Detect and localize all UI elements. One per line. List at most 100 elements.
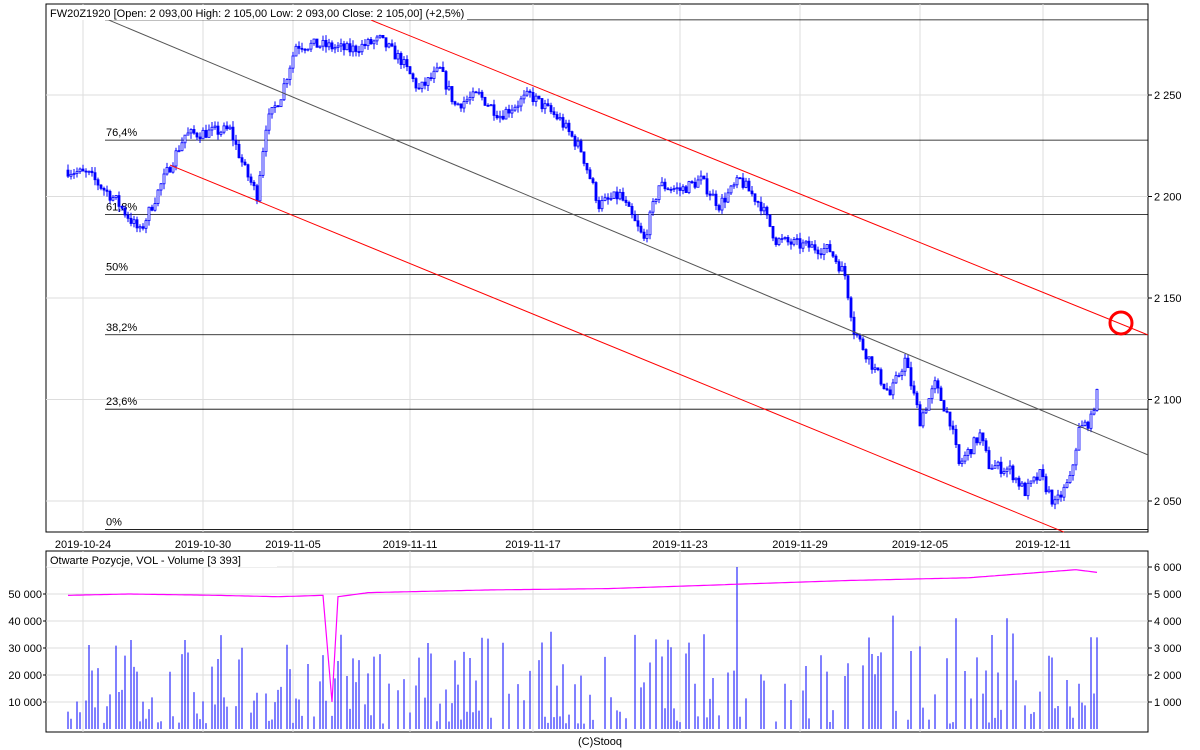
candle-body: [312, 38, 316, 44]
candle-body: [759, 201, 763, 212]
candle-body: [117, 195, 121, 207]
volume-tick-label: 40 000: [8, 616, 42, 628]
candle-body: [261, 151, 265, 176]
candle-body: [810, 244, 814, 248]
candle-body: [72, 173, 76, 175]
candle-body: [159, 183, 163, 191]
y-tick-label: 2 250: [1154, 90, 1182, 102]
candle-body: [537, 95, 541, 99]
candle-body: [798, 238, 802, 249]
candle-body: [1071, 464, 1075, 476]
candle-body: [627, 202, 631, 207]
candle-body: [408, 66, 412, 75]
candle-body: [1026, 482, 1030, 497]
candle-body: [273, 105, 277, 108]
candle-body: [993, 465, 997, 469]
candle-body: [420, 81, 424, 89]
candle-body: [948, 411, 952, 427]
candle-body: [546, 103, 550, 106]
fib-label: 23,6%: [106, 396, 137, 408]
candle-body: [432, 70, 436, 79]
candle-body: [285, 79, 289, 85]
candle-body: [387, 43, 391, 48]
candle-body: [918, 404, 922, 427]
candle-body: [495, 115, 499, 119]
candle-body: [966, 449, 970, 456]
candle-body: [804, 240, 808, 244]
candle-body: [1056, 494, 1060, 501]
candle-body: [318, 45, 322, 48]
candle-body: [612, 191, 616, 199]
candle-body: [717, 205, 721, 211]
candle-body: [522, 94, 526, 100]
candle-body: [138, 226, 142, 229]
candle-body: [462, 101, 466, 109]
volume-tick-label: 50 000: [8, 589, 42, 601]
candle-body: [492, 104, 496, 116]
candle-body: [618, 191, 622, 200]
candle-body: [111, 197, 115, 201]
candle-body: [378, 34, 382, 38]
candle-body: [168, 167, 172, 173]
candle-body: [1041, 469, 1045, 478]
candle-body: [417, 87, 421, 90]
candle-body: [192, 129, 196, 134]
candle-body: [213, 125, 217, 128]
candle-body: [297, 45, 301, 49]
candle-body: [882, 383, 886, 390]
candle-body: [342, 43, 346, 51]
candle-body: [180, 142, 184, 152]
candle-body: [135, 219, 139, 229]
oi-tick-label: 5 000: [1154, 589, 1182, 601]
candle-body: [489, 104, 493, 107]
candle-body: [150, 206, 154, 211]
candle-body: [870, 356, 874, 370]
candle-body: [315, 38, 319, 48]
candle-body: [282, 83, 286, 101]
candle-body: [876, 367, 880, 371]
candle-body: [786, 237, 790, 243]
candle-body: [216, 125, 220, 135]
candle-body: [1065, 482, 1069, 488]
candle-body: [84, 170, 88, 173]
candle-body: [237, 143, 241, 159]
candle-body: [156, 189, 160, 204]
candle-body: [384, 37, 388, 48]
candle-body: [93, 172, 97, 181]
candle-body: [714, 193, 718, 206]
candle-body: [372, 40, 376, 45]
x-tick-label: 2019-11-17: [505, 539, 560, 551]
candle-body: [933, 380, 937, 390]
candle-body: [741, 177, 745, 188]
candle-body: [561, 117, 565, 128]
candle-body: [885, 388, 889, 391]
candle-body: [603, 197, 607, 201]
candle-body: [207, 129, 211, 138]
candle-body: [381, 34, 385, 39]
candle-body: [1083, 421, 1087, 426]
candle-body: [579, 140, 583, 153]
volume-tick-label: 30 000: [8, 643, 42, 655]
candle-body: [720, 197, 724, 211]
candle-body: [1008, 465, 1012, 470]
candle-body: [411, 73, 415, 79]
candle-body: [783, 237, 787, 239]
candle-body: [543, 103, 547, 110]
candle-body: [222, 125, 226, 133]
candle-body: [1029, 480, 1033, 484]
candle-body: [657, 185, 661, 201]
fib-label: 76,4%: [106, 127, 137, 139]
candle-body: [405, 59, 409, 68]
candle-body: [81, 168, 85, 172]
candle-body: [333, 47, 337, 50]
candle-body: [615, 191, 619, 200]
candle-body: [513, 106, 517, 111]
candle-body: [78, 168, 82, 173]
candle-body: [480, 91, 484, 98]
candle-body: [201, 129, 205, 140]
candle-body: [924, 409, 928, 414]
candle-body: [525, 90, 529, 96]
candle-body: [705, 178, 709, 195]
candle-body: [234, 139, 238, 145]
stooq-chart: 2019-10-24 2019-10-30 2019-11-05 2019-11-11…: [8, 3, 1182, 733]
